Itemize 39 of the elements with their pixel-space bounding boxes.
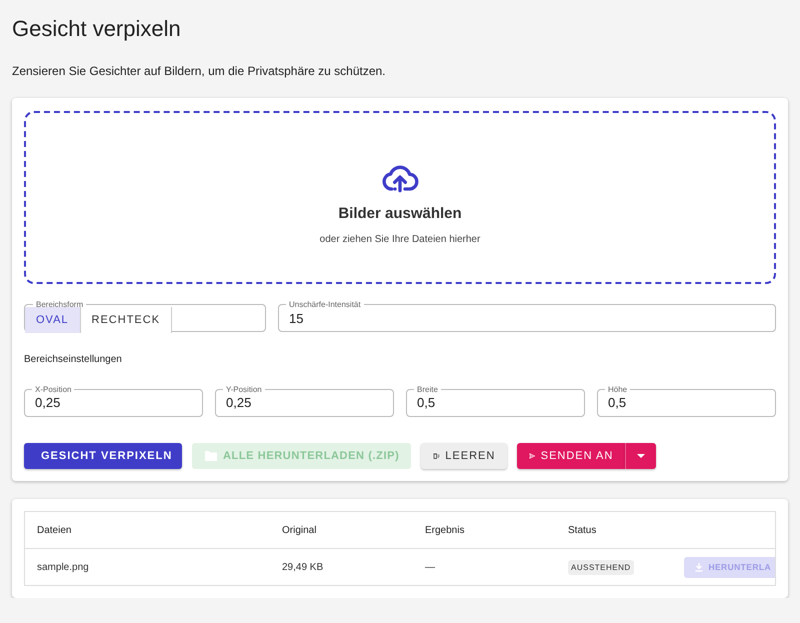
text-input[interactable]: 0,5 xyxy=(417,395,574,410)
field-label: Unschärfe-Intensität xyxy=(288,300,362,309)
dropdown-button[interactable] xyxy=(625,443,656,469)
pixelate-button[interactable]: GESICHT VERPIXELN xyxy=(24,443,182,469)
column-header: Original xyxy=(270,512,413,548)
number-input[interactable]: Breite 0,5 xyxy=(406,385,585,417)
caret-icon xyxy=(636,453,646,459)
field-label: Breite xyxy=(416,385,439,394)
dropzone-hint: oder ziehen Sie Ihre Dateien hierher xyxy=(320,234,480,244)
page-title: Gesicht verpixeln xyxy=(12,15,181,43)
status-chip: AUSSTEHEND xyxy=(568,560,634,574)
number-input[interactable]: Y-Position 0,25 xyxy=(215,385,394,417)
field-label: Y-Position xyxy=(225,385,263,394)
folder-icon xyxy=(204,450,218,462)
column-header: Status xyxy=(556,512,670,548)
field-label: X-Position xyxy=(34,385,72,394)
table-cell: 29,49 KB xyxy=(270,548,413,585)
shape-toggle[interactable]: OVAL xyxy=(25,307,81,333)
blur-input[interactable]: Unschärfe-Intensität 15 xyxy=(278,300,776,332)
text-input[interactable]: 15 xyxy=(289,311,765,326)
download-icon xyxy=(694,562,704,572)
page-subtitle: Zensieren Sie Gesichter auf Bildern, um die Privatsphäre zu schützen. xyxy=(12,63,386,79)
column-header: Ergebnis xyxy=(413,512,556,548)
table-cell: — xyxy=(413,548,556,585)
field-label: Höhe xyxy=(607,385,628,394)
number-input[interactable]: Höhe 0,5 xyxy=(597,385,776,417)
section-title: Bereichseinstellungen xyxy=(24,354,122,365)
column-header: Dateien xyxy=(25,512,270,548)
text-input[interactable]: 0,5 xyxy=(608,395,765,410)
clear-button[interactable]: LEEREN xyxy=(421,443,508,469)
text-input[interactable]: 0,25 xyxy=(226,395,383,410)
number-input[interactable]: X-Position 0,25 xyxy=(24,385,203,417)
field-label: Bereichsform xyxy=(35,300,84,309)
dropzone[interactable]: Bilder auswählen oder ziehen Sie Ihre Dateien hierher xyxy=(24,111,776,284)
text-input[interactable]: 0,25 xyxy=(35,395,192,410)
send-button[interactable]: SENDEN AN xyxy=(517,443,626,469)
shape-toggle[interactable]: RECHTECK xyxy=(80,307,172,333)
table-cell: sample.png xyxy=(25,548,270,585)
dropzone-title: Bilder auswählen xyxy=(338,204,462,222)
